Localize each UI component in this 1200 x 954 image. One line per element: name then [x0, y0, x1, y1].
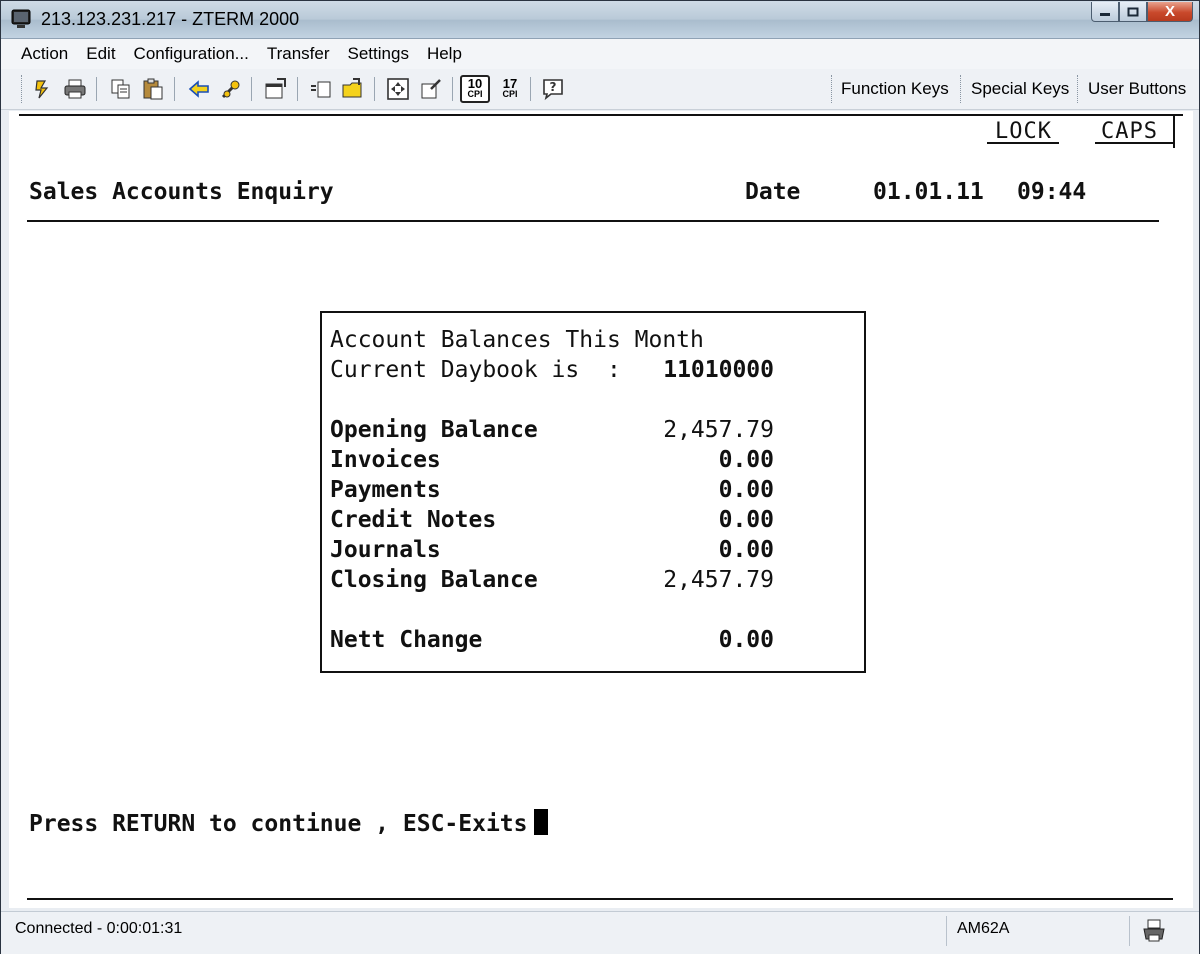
journals-label: Journals	[330, 537, 441, 563]
status-bar: Connected - 0:00:01:31 AM62A	[1, 911, 1199, 954]
top-right-bar	[1173, 114, 1175, 148]
menu-transfer[interactable]: Transfer	[258, 44, 339, 64]
help-icon[interactable]: ?	[541, 77, 565, 101]
invoices-value: 0.00	[718, 447, 774, 473]
date-value: 01.01.11	[873, 179, 984, 205]
maximize-icon	[1127, 7, 1139, 16]
nett-change-value: 0.00	[718, 627, 774, 653]
status-pane-divider	[946, 916, 947, 946]
toolbar-grip[interactable]	[960, 75, 963, 103]
header-divider	[27, 220, 1159, 222]
connect-icon[interactable]	[31, 77, 55, 101]
terminal-app-icon	[11, 9, 31, 28]
edit-icon[interactable]	[419, 77, 443, 101]
payments-value: 0.00	[718, 477, 774, 503]
opening-balance-value: 2,457.79	[663, 417, 774, 443]
window-controls: X	[1091, 2, 1193, 24]
toolbar-separator	[452, 77, 453, 101]
credit-notes-value: 0.00	[718, 507, 774, 533]
function-keys-button[interactable]: Function Keys	[841, 79, 949, 99]
cpi-10-suffix: CPI	[467, 89, 483, 99]
terminal-window: 213.123.231.217 - ZTERM 2000 X Action Ed…	[0, 0, 1200, 954]
cpi-10-icon: 10	[467, 76, 483, 91]
toolbar-grip[interactable]	[831, 75, 834, 103]
printer-status-icon[interactable]	[1141, 918, 1167, 944]
copy-icon[interactable]	[109, 77, 133, 101]
window-title: 213.123.231.217 - ZTERM 2000	[41, 9, 300, 29]
menu-settings[interactable]: Settings	[339, 44, 418, 64]
toolbar-separator	[96, 77, 97, 101]
invoices-label: Invoices	[330, 447, 441, 473]
closing-balance-label: Closing Balance	[330, 567, 538, 593]
toolbar-separator	[374, 77, 375, 101]
toolbar-grip[interactable]	[1077, 75, 1080, 103]
special-keys-button[interactable]: Special Keys	[971, 79, 1069, 99]
opening-balance-label: Opening Balance	[330, 417, 538, 443]
panel-heading: Account Balances This Month	[330, 327, 704, 353]
toolbar-grip[interactable]	[21, 75, 24, 103]
toolbar-separator	[297, 77, 298, 101]
prompt-text: Press RETURN to continue , ESC-Exits	[29, 811, 528, 837]
caps-indicator: CAPS	[1101, 119, 1158, 144]
bottom-divider	[27, 898, 1173, 900]
toolbar-separator	[174, 77, 175, 101]
open-folder-icon[interactable]	[341, 77, 365, 101]
cpi-17-button[interactable]: 17 CPI	[496, 75, 524, 103]
menu-edit[interactable]: Edit	[77, 44, 124, 64]
back-arrow-icon[interactable]	[187, 77, 211, 101]
daybook-label: Current Daybook is :	[330, 357, 621, 383]
top-divider	[19, 114, 1183, 116]
menu-help[interactable]: Help	[418, 44, 471, 64]
screen-title: Sales Accounts Enquiry	[29, 179, 334, 205]
menu-action[interactable]: Action	[1, 44, 77, 64]
account-balances-panel: Account Balances This Month Current Dayb…	[320, 311, 866, 673]
closing-balance-value: 2,457.79	[663, 567, 774, 593]
toolbar: 10 CPI 17 CPI ? Function Keys Special Ke…	[1, 69, 1199, 110]
cpi-10-button[interactable]: 10 CPI	[460, 75, 490, 103]
connection-status: Connected - 0:00:01:31	[15, 920, 183, 937]
fullscreen-icon[interactable]	[386, 77, 410, 101]
menu-bar: Action Edit Configuration... Transfer Se…	[1, 39, 1199, 69]
maximize-button[interactable]	[1119, 2, 1147, 22]
svg-text:?: ?	[550, 80, 557, 94]
minimize-icon	[1100, 12, 1110, 16]
lock-underline	[987, 142, 1059, 144]
payments-label: Payments	[330, 477, 441, 503]
cpi-17-suffix: CPI	[502, 89, 518, 99]
cpi-17-icon: 17	[502, 76, 518, 91]
toolbar-separator	[251, 77, 252, 101]
credit-notes-label: Credit Notes	[330, 507, 497, 533]
menu-configuration[interactable]: Configuration...	[125, 44, 258, 64]
new-session-icon[interactable]	[309, 77, 333, 101]
close-button[interactable]: X	[1147, 2, 1193, 22]
nett-change-label: Nett Change	[330, 627, 483, 653]
minimize-button[interactable]	[1091, 2, 1119, 22]
properties-icon[interactable]	[263, 77, 287, 101]
print-icon[interactable]	[63, 77, 87, 101]
journals-value: 0.00	[718, 537, 774, 563]
user-buttons-button[interactable]: User Buttons	[1088, 79, 1186, 99]
date-label: Date	[745, 179, 801, 205]
text-cursor	[533, 809, 548, 835]
title-bar[interactable]: 213.123.231.217 - ZTERM 2000 X	[1, 1, 1199, 39]
close-icon: X	[1164, 3, 1175, 20]
toolbar-separator	[530, 77, 531, 101]
tools-icon[interactable]	[219, 77, 243, 101]
caps-underline	[1095, 142, 1173, 144]
continue-prompt: Press RETURN to continue , ESC-Exits	[29, 809, 548, 837]
status-pane-divider	[1129, 916, 1130, 946]
daybook-value: 11010000	[663, 357, 774, 383]
paste-icon[interactable]	[141, 77, 165, 101]
emulation-status: AM62A	[957, 920, 1010, 937]
terminal-screen[interactable]: LOCK CAPS Sales Accounts Enquiry Date 01…	[9, 111, 1193, 908]
lock-indicator: LOCK	[995, 119, 1052, 144]
time-value: 09:44	[1017, 179, 1087, 205]
